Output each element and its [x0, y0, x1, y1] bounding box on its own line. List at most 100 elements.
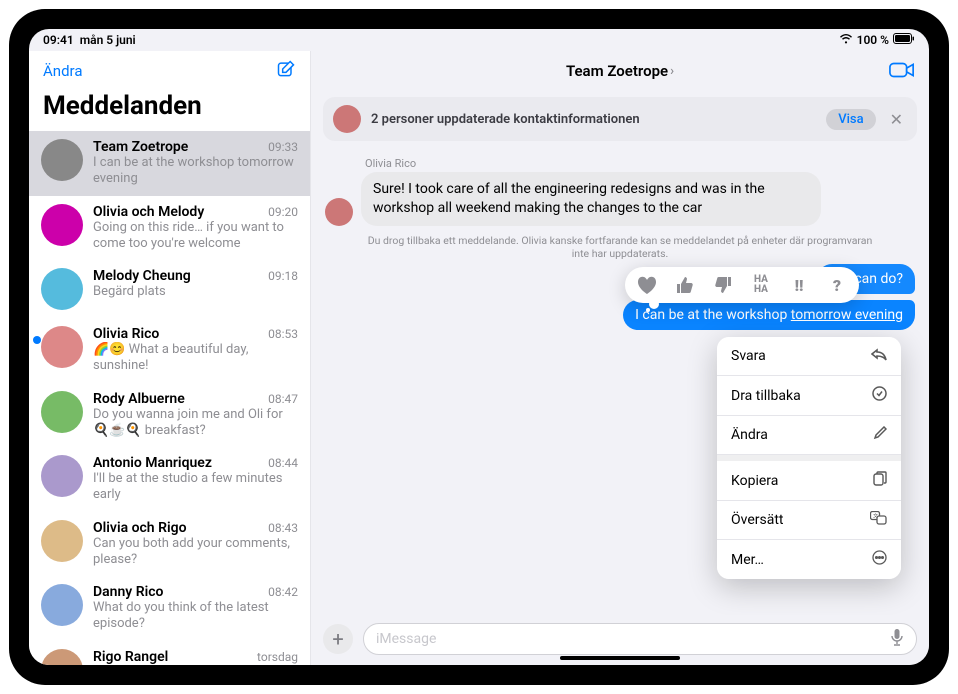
conversation-preview: Do you wanna join me and Oli for 🍳☕🍳 bre…	[93, 407, 298, 440]
chat-pane: Team Zoetrope › 2 personer uppdaterade k…	[311, 51, 929, 665]
banner-show-button[interactable]: Visa	[826, 109, 875, 130]
dictate-button[interactable]	[890, 628, 904, 650]
conversation-item[interactable]: Rody Albuerne 08:47Do you wanna join me a…	[29, 383, 310, 448]
pencil-icon	[873, 426, 887, 444]
conversation-preview: 31 augusti 2018 – 29 augusti 2022 – 104 …	[93, 665, 298, 666]
undo-icon	[872, 386, 887, 405]
conversation-avatar	[41, 584, 83, 626]
conversation-preview: Can you both add your comments, please?	[93, 536, 298, 569]
conversation-name: Rody Albuerne	[93, 391, 185, 407]
conversation-avatar	[41, 520, 83, 562]
tapback-menu: HAHA !! ?	[625, 267, 859, 303]
menu-undo-send[interactable]: Dra tillbaka	[717, 376, 901, 416]
conversation-name: Team Zoetrope	[93, 139, 188, 155]
conversation-item[interactable]: Team Zoetrope 09:33I can be at the worksh…	[29, 131, 310, 196]
tapback-thumbs-down[interactable]	[711, 273, 735, 297]
conversation-preview: 🌈😊 What a beautiful day, sunshine!	[93, 342, 298, 375]
status-bar: 09:41 mån 5 juni 100 %	[29, 29, 929, 51]
conversation-list[interactable]: Team Zoetrope 09:33I can be at the worksh…	[29, 131, 310, 665]
menu-copy[interactable]: Kopiera	[717, 461, 901, 501]
conversation-time: 08:42	[268, 585, 298, 599]
messages-area[interactable]: Olivia Rico Sure! I took care of all the…	[311, 147, 929, 615]
battery-icon	[893, 33, 915, 47]
incoming-sender: Olivia Rico	[365, 157, 915, 170]
video-call-button[interactable]	[889, 59, 915, 85]
battery-text: 100 %	[857, 33, 889, 47]
conversation-avatar	[41, 204, 83, 246]
conversation-time: 09:33	[268, 140, 298, 154]
attach-button[interactable]: +	[323, 624, 353, 654]
conversation-avatar	[41, 139, 83, 181]
tapback-question[interactable]: ?	[825, 273, 849, 297]
conversation-item[interactable]: Olivia och Melody 09:20Going on this ride…	[29, 196, 310, 261]
conversation-preview: Going on this ride… if you want to come …	[93, 220, 298, 253]
sidebar-title: Meddelanden	[29, 87, 310, 131]
conversation-item[interactable]: Danny Rico 08:42What do you think of the …	[29, 576, 310, 641]
reply-icon	[871, 347, 887, 365]
conversation-item[interactable]: Rigo Rangel torsdag31 augusti 2018 – 29 a…	[29, 641, 310, 666]
edit-button[interactable]: Ändra	[43, 62, 82, 80]
banner-close-button[interactable]: ✕	[886, 110, 907, 129]
conversation-name: Melody Cheung	[93, 268, 191, 284]
compose-button[interactable]	[276, 59, 296, 83]
home-indicator[interactable]	[560, 656, 680, 660]
unread-dot	[33, 336, 41, 344]
system-message: Du drog tillbaka ett meddelande. Olivia …	[365, 234, 875, 260]
chevron-right-icon: ›	[670, 64, 674, 79]
svg-text:文: 文	[873, 513, 878, 520]
incoming-message[interactable]: Sure! I took care of all the engineering…	[325, 172, 915, 226]
message-context-menu: Svara Dra tillbaka Ändra	[717, 337, 901, 579]
incoming-bubble: Sure! I took care of all the engineering…	[361, 172, 821, 226]
conversation-time: 08:43	[268, 521, 298, 535]
menu-edit[interactable]: Ändra	[717, 416, 901, 455]
translate-icon: 文	[870, 511, 887, 529]
tapback-heart[interactable]	[635, 273, 659, 297]
status-time: 09:41	[43, 33, 74, 47]
sidebar: Ändra Meddelanden Team Zoetrope 09:33I ca…	[29, 51, 311, 665]
tapback-thumbs-up[interactable]	[673, 273, 697, 297]
conversation-name: Antonio Manriquez	[93, 455, 212, 471]
menu-more[interactable]: Mer…	[717, 540, 901, 579]
conversation-avatar	[41, 268, 83, 310]
conversation-avatar	[41, 455, 83, 497]
sender-avatar[interactable]	[325, 198, 353, 226]
chat-header: Team Zoetrope ›	[311, 51, 929, 91]
copy-icon	[873, 471, 887, 490]
conversation-time: 08:53	[268, 327, 298, 341]
conversation-time: 08:47	[268, 392, 298, 406]
message-input[interactable]: iMessage	[363, 623, 917, 655]
conversation-time: 09:20	[268, 205, 298, 219]
conversation-item[interactable]: Olivia och Rigo 08:43Can you both add you…	[29, 512, 310, 577]
screen: 09:41 mån 5 juni 100 % Ändra	[29, 29, 929, 665]
banner-text: 2 personer uppdaterade kontaktinformatio…	[371, 112, 816, 127]
chat-title[interactable]: Team Zoetrope ›	[566, 62, 674, 80]
conversation-avatar	[41, 391, 83, 433]
conversation-item[interactable]: Olivia Rico 08:53🌈😊 What a beautiful day,…	[29, 318, 310, 383]
conversation-preview: I can be at the workshop tomorrow evenin…	[93, 155, 298, 188]
conversation-name: Danny Rico	[93, 584, 163, 600]
tapback-haha[interactable]: HAHA	[749, 273, 773, 297]
tapback-exclaim[interactable]: !!	[787, 273, 811, 297]
conversation-time: 08:44	[268, 456, 298, 470]
conversation-name: Olivia och Rigo	[93, 520, 187, 536]
ipad-frame: 09:41 mån 5 juni 100 % Ändra	[9, 9, 949, 685]
conversation-name: Olivia och Melody	[93, 204, 204, 220]
conversation-item[interactable]: Antonio Manriquez 08:44I'll be at the stu…	[29, 447, 310, 512]
conversation-preview: What do you think of the latest episode?	[93, 600, 298, 633]
conversation-avatar	[41, 326, 83, 368]
conversation-name: Olivia Rico	[93, 326, 159, 342]
conversation-avatar	[41, 649, 83, 666]
conversation-time: torsdag	[257, 650, 298, 664]
outgoing-bubble-2[interactable]: I can be at the workshop tomorrow evenin…	[623, 300, 915, 330]
contact-update-banner: 2 personer uppdaterade kontaktinformatio…	[323, 97, 917, 141]
menu-reply[interactable]: Svara	[717, 337, 901, 376]
wifi-icon	[839, 33, 853, 47]
conversation-item[interactable]: Melody Cheung09:18Begärd plats	[29, 260, 310, 318]
status-date: mån 5 juni	[80, 33, 136, 47]
more-icon	[872, 550, 887, 569]
menu-translate[interactable]: Översätt 文	[717, 501, 901, 540]
conversation-name: Rigo Rangel	[93, 649, 168, 665]
conversation-preview: I'll be at the studio a few minutes earl…	[93, 471, 298, 504]
conversation-time: 09:18	[268, 269, 298, 283]
banner-avatar	[333, 105, 361, 133]
